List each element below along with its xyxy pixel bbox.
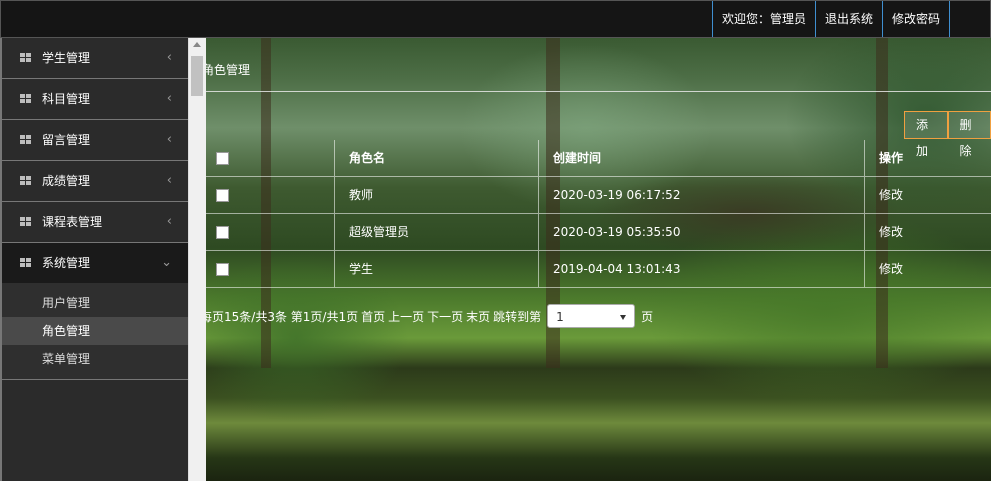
sidebar-item-system[interactable]: 系统管理 ⌄ <box>2 243 188 283</box>
role-name: 超级管理员 <box>334 214 538 250</box>
edit-link[interactable]: 修改 <box>864 214 991 250</box>
grid-icon <box>20 53 31 63</box>
table-row: 超级管理员 2020-03-19 05:35:50 修改 <box>206 214 991 251</box>
scroll-up-icon[interactable] <box>193 42 201 47</box>
roles-table: 角色名 创建时间 操作 教师 2020-03-19 06:17:52 修改 超级… <box>206 140 991 288</box>
grid-icon <box>20 258 31 268</box>
submenu-item-users[interactable]: 用户管理 <box>2 289 188 317</box>
sidebar: 学生管理 ‹ 科目管理 ‹ 留言管理 ‹ 成绩管理 ‹ 课程表管理 ‹ 系统管理… <box>0 38 188 481</box>
logout-link[interactable]: 退出系统 <box>814 1 882 37</box>
table-row: 学生 2019-04-04 13:01:43 修改 <box>206 251 991 288</box>
pagination-summary: 每页15条/共3条 第1页/共1页 <box>206 309 359 324</box>
dropdown-arrow-icon <box>620 315 627 320</box>
role-name: 学生 <box>334 251 538 287</box>
add-button[interactable]: 添加 <box>904 111 948 158</box>
chevron-left-icon: ‹ <box>166 91 172 106</box>
table-header-row: 角色名 创建时间 操作 <box>206 140 991 177</box>
jump-prefix: 跳转到第 <box>493 309 542 324</box>
scrollbar-thumb[interactable] <box>191 56 203 96</box>
sidebar-item-schedule[interactable]: 课程表管理 ‹ <box>2 202 188 243</box>
header-links: 欢迎您：管理员 退出系统 修改密码 <box>711 1 950 37</box>
page-jump-value: 1 <box>556 310 564 324</box>
top-header: 欢迎您：管理员 退出系统 修改密码 <box>0 0 991 38</box>
sidebar-scrollbar[interactable] <box>188 38 206 481</box>
sidebar-item-message[interactable]: 留言管理 ‹ <box>2 120 188 161</box>
divider <box>206 91 991 92</box>
page-jump-select[interactable]: 1 <box>547 304 636 328</box>
row-checkbox[interactable] <box>216 189 229 202</box>
submenu-item-menus[interactable]: 菜单管理 <box>2 345 188 373</box>
chevron-left-icon: ‹ <box>166 173 172 188</box>
created-time: 2020-03-19 06:17:52 <box>538 177 864 213</box>
chevron-left-icon: ‹ <box>166 214 172 229</box>
last-page-link[interactable]: 末页 <box>466 308 490 325</box>
sidebar-item-score[interactable]: 成绩管理 ‹ <box>2 161 188 202</box>
jump-suffix: 页 <box>641 309 654 324</box>
select-all-checkbox[interactable] <box>216 152 229 165</box>
sidebar-item-student[interactable]: 学生管理 ‹ <box>2 38 188 79</box>
chevron-left-icon: ‹ <box>166 132 172 147</box>
sidebar-item-label: 课程表管理 <box>42 215 103 229</box>
grid-icon <box>20 94 31 104</box>
column-header-name: 角色名 <box>334 140 538 176</box>
row-checkbox[interactable] <box>216 226 229 239</box>
pagination: 每页15条/共3条 第1页/共1页 首页 上一页 下一页 末页 跳转到第 1 页 <box>206 304 656 328</box>
edit-link[interactable]: 修改 <box>864 177 991 213</box>
row-checkbox[interactable] <box>216 263 229 276</box>
welcome-text: 欢迎您：管理员 <box>711 1 815 37</box>
table-row: 教师 2020-03-19 06:17:52 修改 <box>206 177 991 214</box>
sidebar-item-label: 科目管理 <box>42 92 91 106</box>
first-page-link[interactable]: 首页 <box>361 308 385 325</box>
grid-icon <box>20 176 31 186</box>
prev-page-link[interactable]: 上一页 <box>388 308 424 325</box>
grid-icon <box>20 135 31 145</box>
change-password-link[interactable]: 修改密码 <box>881 1 950 37</box>
sidebar-item-label: 系统管理 <box>42 256 91 270</box>
edit-link[interactable]: 修改 <box>864 251 991 287</box>
sidebar-item-label: 成绩管理 <box>42 174 91 188</box>
system-submenu: 用户管理 角色管理 菜单管理 <box>2 283 188 380</box>
sidebar-item-label: 留言管理 <box>42 133 91 147</box>
toolbar: 添加 删除 <box>904 111 991 158</box>
created-time: 2019-04-04 13:01:43 <box>538 251 864 287</box>
column-header-created: 创建时间 <box>538 140 864 176</box>
submenu-item-roles[interactable]: 角色管理 <box>2 317 188 345</box>
role-name: 教师 <box>334 177 538 213</box>
chevron-down-icon: ⌄ <box>161 255 172 270</box>
next-page-link[interactable]: 下一页 <box>427 308 463 325</box>
created-time: 2020-03-19 05:35:50 <box>538 214 864 250</box>
column-header-action: 操作 <box>864 140 991 176</box>
sidebar-item-label: 学生管理 <box>42 51 91 65</box>
main-content: 角色管理 添加 删除 角色名 创建时间 操作 教师 2020-03-19 06:… <box>206 38 991 481</box>
sidebar-item-subject[interactable]: 科目管理 ‹ <box>2 79 188 120</box>
delete-button[interactable]: 删除 <box>947 111 991 158</box>
chevron-left-icon: ‹ <box>166 50 172 65</box>
grid-icon <box>20 217 31 227</box>
breadcrumb: 角色管理 <box>206 63 251 77</box>
